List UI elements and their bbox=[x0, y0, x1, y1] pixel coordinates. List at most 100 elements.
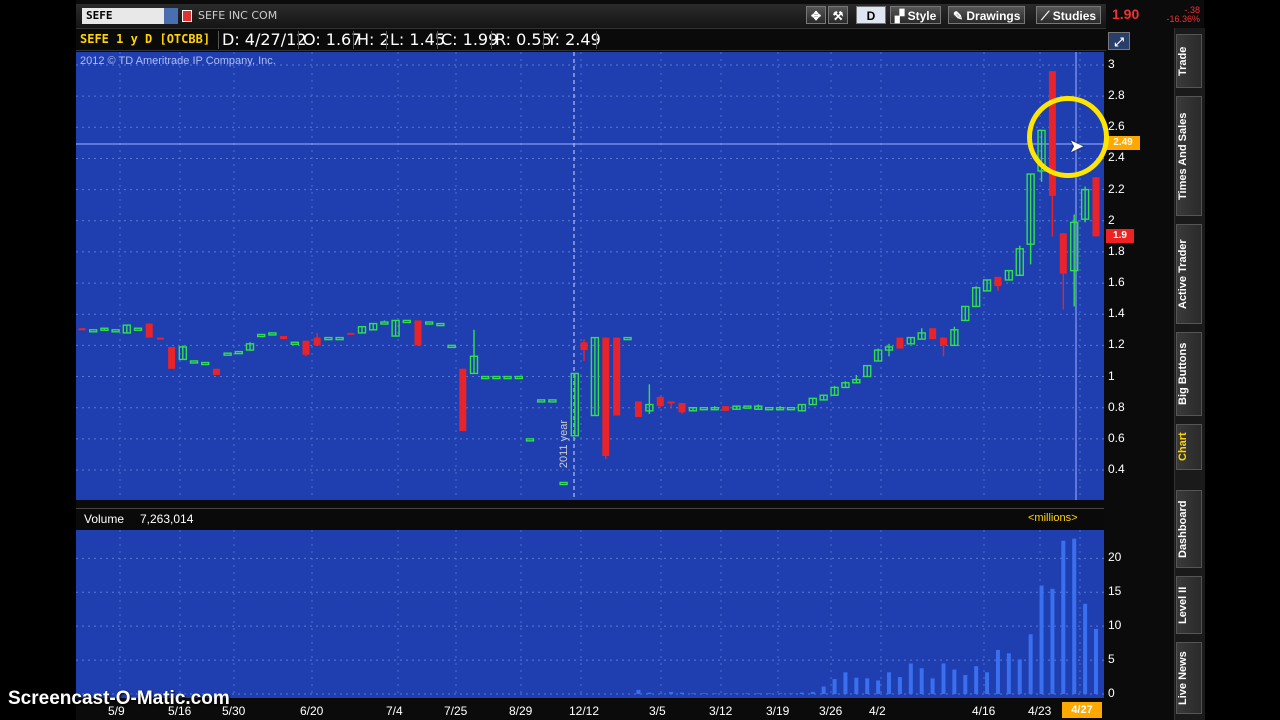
volume-bar bbox=[985, 672, 990, 694]
candle-body bbox=[722, 406, 730, 411]
candle-body bbox=[402, 319, 411, 324]
cursor-highlight bbox=[1027, 96, 1109, 178]
candle-body bbox=[156, 337, 164, 340]
candle-body bbox=[537, 399, 546, 403]
candle-body bbox=[492, 375, 501, 380]
sidebar-tab-dashboard[interactable]: Dashboard bbox=[1176, 490, 1202, 568]
price-change: -.38 -16.36% bbox=[1152, 6, 1200, 24]
candle-body bbox=[559, 481, 568, 486]
sidebar-tab-level-ii[interactable]: Level II bbox=[1176, 576, 1202, 634]
info-close: C: 1.99 bbox=[441, 30, 499, 49]
candle-body bbox=[347, 332, 355, 335]
sidebar-tab-chart[interactable]: Chart bbox=[1176, 424, 1202, 470]
volume-chart-svg bbox=[76, 530, 1104, 698]
drawings-button[interactable]: ✎ Drawings bbox=[948, 6, 1026, 24]
volume-tick-label: 10 bbox=[1108, 618, 1122, 633]
candle-body bbox=[302, 340, 310, 355]
volume-chart[interactable] bbox=[76, 530, 1104, 698]
volume-bar bbox=[1028, 634, 1033, 694]
chart-settings-icon[interactable]: ⤢ bbox=[1108, 32, 1130, 50]
candle-body bbox=[939, 337, 947, 346]
sidebar-tab-active-trader[interactable]: Active Trader bbox=[1176, 224, 1202, 324]
sidebar-tab-live-news[interactable]: Live News bbox=[1176, 642, 1202, 714]
candle-body bbox=[280, 336, 288, 340]
divider bbox=[491, 31, 492, 49]
sidebar-tab-trade[interactable]: Trade bbox=[1176, 34, 1202, 88]
volume-bar bbox=[941, 663, 946, 694]
price-tick-label: 2.8 bbox=[1108, 88, 1125, 103]
volume-bar bbox=[1017, 659, 1022, 694]
volume-bar bbox=[963, 675, 968, 694]
candle-body bbox=[88, 329, 98, 333]
candle-body bbox=[168, 346, 176, 369]
candle-body bbox=[580, 342, 588, 351]
volume-bar bbox=[778, 693, 783, 694]
volume-tick-label: 15 bbox=[1108, 584, 1122, 599]
volume-bar bbox=[1094, 628, 1098, 694]
candle-body bbox=[994, 276, 1002, 287]
candle-body bbox=[268, 332, 277, 336]
divider bbox=[437, 31, 438, 49]
period-button[interactable]: D bbox=[856, 6, 886, 24]
volume-bar bbox=[821, 686, 826, 694]
style-button[interactable]: ▞ Style bbox=[890, 6, 942, 24]
candle-body bbox=[667, 401, 675, 404]
candle-body bbox=[200, 361, 210, 366]
change-pct: -16.36% bbox=[1166, 14, 1200, 24]
candle-body bbox=[447, 344, 456, 349]
symbol-dropdown-icon[interactable] bbox=[164, 8, 178, 24]
candle-body bbox=[256, 333, 266, 338]
candle-body bbox=[514, 375, 523, 380]
chart-title: SEFE 1 y D [OTCBB] bbox=[80, 32, 211, 46]
mouse-pointer-icon: ➤ bbox=[1069, 136, 1085, 157]
candle-body bbox=[896, 337, 904, 349]
date-tick-label: 4/2 bbox=[869, 704, 886, 718]
candle-body bbox=[78, 328, 86, 331]
volume-bar bbox=[810, 691, 815, 694]
volume-bar bbox=[723, 693, 728, 694]
date-tick-label: 4/16 bbox=[972, 704, 996, 718]
candle-body bbox=[548, 399, 557, 403]
candle-body bbox=[764, 406, 774, 411]
volume-bar bbox=[919, 668, 924, 694]
price-chart[interactable] bbox=[76, 52, 1104, 500]
wrench-icon[interactable]: ⚒ bbox=[828, 6, 848, 24]
price-tick-label: 2.2 bbox=[1108, 181, 1125, 196]
volume-bar bbox=[767, 693, 772, 694]
volume-bar bbox=[788, 693, 793, 694]
volume-bar bbox=[908, 663, 913, 694]
date-tick-label: 7/25 bbox=[444, 704, 468, 718]
crosshair-tool-icon[interactable]: ✥ bbox=[806, 6, 826, 24]
alert-flag-icon[interactable] bbox=[182, 10, 192, 22]
candle-body bbox=[290, 341, 300, 345]
volume-bar bbox=[690, 693, 695, 694]
studies-button[interactable]: ⟋ Studies bbox=[1036, 6, 1102, 24]
pencil-icon: ✎ bbox=[953, 9, 967, 23]
volume-units: <millions> bbox=[1028, 512, 1078, 524]
volume-bar bbox=[745, 693, 750, 694]
volume-bar bbox=[930, 678, 935, 694]
candle-body bbox=[699, 406, 709, 411]
volume-header bbox=[76, 508, 1104, 531]
sidebar-tab-times-and-sales[interactable]: Times And Sales bbox=[1176, 96, 1202, 216]
style-icon: ▞ bbox=[895, 9, 908, 23]
price-tick-label: 2.4 bbox=[1108, 150, 1125, 165]
candle-body bbox=[656, 396, 664, 407]
date-tick-label: 8/29 bbox=[509, 704, 533, 718]
volume-bar bbox=[1061, 540, 1066, 694]
sidebar-tab-big-buttons[interactable]: Big Buttons bbox=[1176, 332, 1202, 416]
volume-bar bbox=[974, 666, 979, 694]
volume-bar bbox=[712, 693, 717, 694]
divider bbox=[218, 31, 219, 49]
candle-body bbox=[133, 327, 143, 331]
style-label: Style bbox=[907, 9, 937, 23]
candle-body bbox=[623, 336, 632, 341]
date-tick-label: 12/12 bbox=[569, 704, 600, 718]
divider bbox=[543, 31, 544, 49]
candle-body bbox=[234, 350, 244, 355]
volume-bar bbox=[995, 649, 1000, 694]
info-high: H: 2 bbox=[357, 30, 390, 49]
price-tick-label: 2 bbox=[1108, 212, 1115, 227]
price-tick-label: 2.6 bbox=[1108, 119, 1125, 134]
volume-bar bbox=[701, 693, 706, 694]
